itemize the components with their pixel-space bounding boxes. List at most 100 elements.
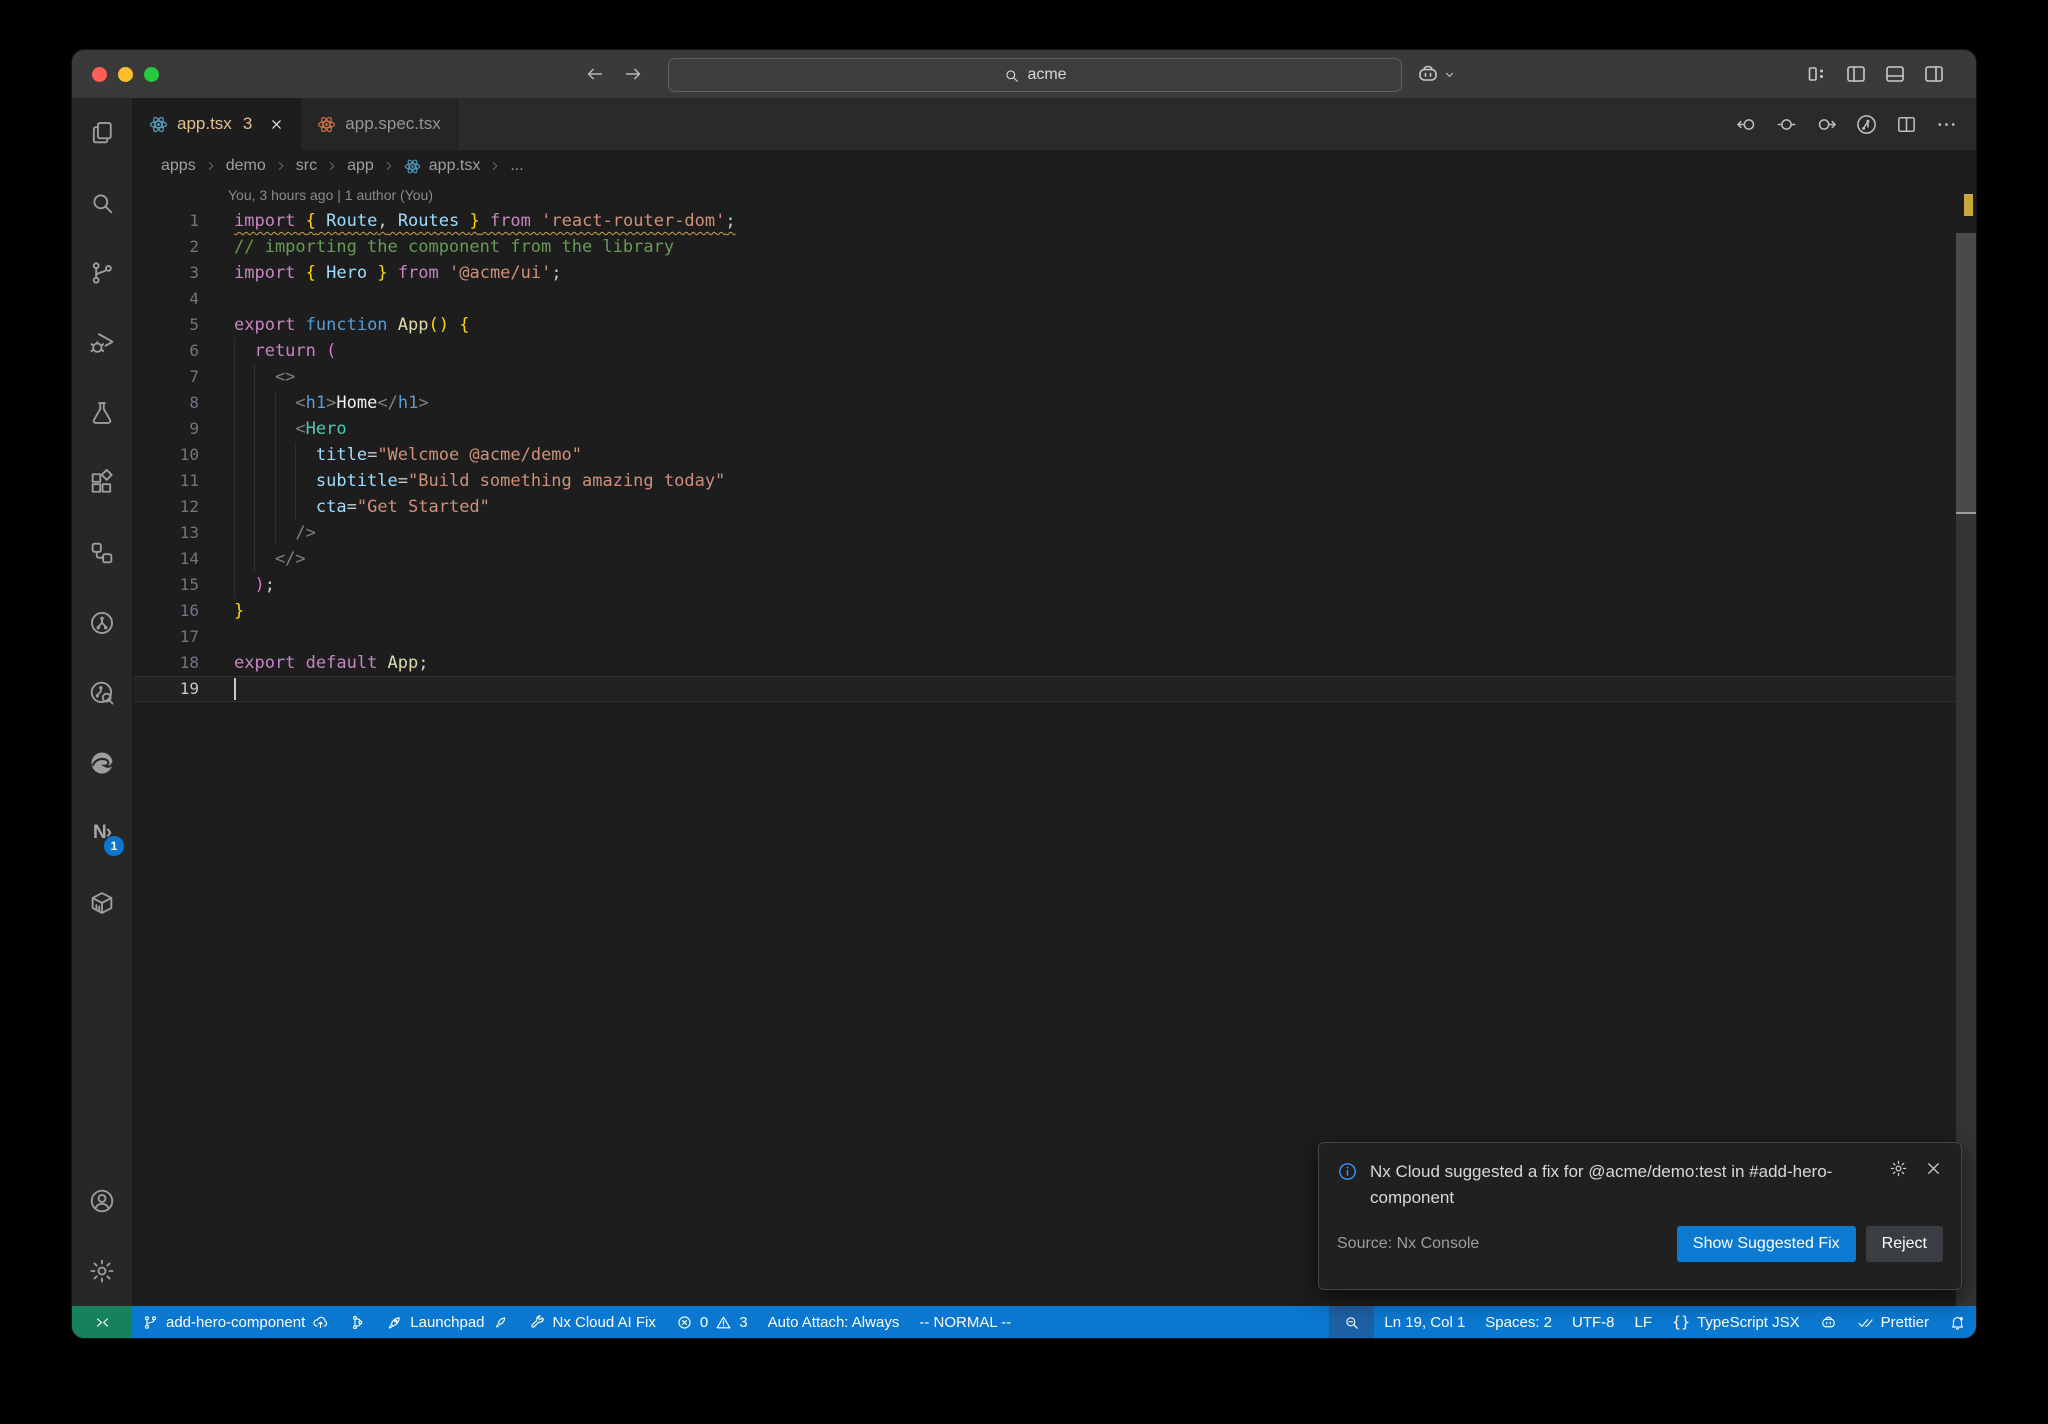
activity-item-project-structure[interactable] [72, 518, 132, 588]
activity-item-source-graph[interactable] [72, 588, 132, 658]
breadcrumb-more[interactable]: ... [510, 157, 523, 175]
code-line[interactable]: 2 // importing the component from the lib… [133, 234, 1976, 260]
tab-app.tsx[interactable]: app.tsx 3 [133, 98, 302, 150]
more-ellipsis-icon[interactable] [1935, 113, 1958, 136]
line-number: 7 [189, 367, 199, 386]
code-line[interactable]: 6 return ( [133, 338, 1976, 364]
copilot-icon[interactable] [1416, 62, 1440, 86]
status-item-cursor-position[interactable]: Ln 19, Col 1 [1374, 1306, 1475, 1338]
code-content: <h1>Home</h1> [234, 390, 429, 416]
show-suggested-fix-button[interactable]: Show Suggested Fix [1676, 1225, 1856, 1262]
activity-item-search[interactable] [72, 168, 132, 238]
status-item-launchpad[interactable]: Launchpad [376, 1306, 518, 1338]
breadcrumb-file[interactable]: app.tsx [429, 157, 481, 175]
code-content: title="Welcmoe @acme/demo" [234, 442, 582, 468]
status-item-zoom-indicator[interactable] [1329, 1306, 1375, 1338]
remote-icon [94, 1314, 111, 1331]
breadcrumb-item-app[interactable]: app [347, 157, 374, 175]
activity-item-graph-search[interactable] [72, 658, 132, 728]
code-line[interactable]: 17 [133, 624, 1976, 650]
line-number: 8 [189, 393, 199, 412]
status-item-auto-attach[interactable]: Auto Attach: Always [758, 1306, 910, 1338]
indent-guide [254, 520, 256, 546]
traffic-light-zoom[interactable] [144, 66, 159, 82]
notification-settings-gear-icon[interactable] [1889, 1159, 1908, 1178]
status-item-encoding[interactable]: UTF-8 [1562, 1306, 1625, 1338]
code-line[interactable]: 15 ); [133, 572, 1976, 598]
status-item-nx-cloud-ai-fix[interactable]: Nx Cloud AI Fix [519, 1306, 666, 1338]
status-item-vim-mode[interactable]: -- NORMAL -- [909, 1306, 1021, 1338]
traffic-light-close[interactable] [92, 66, 107, 82]
code-content: export default App; [234, 653, 429, 673]
status-label: Auto Attach: Always [767, 1313, 900, 1331]
git-blame-lens[interactable]: You, 3 hours ago | 1 author (You) [133, 182, 1976, 208]
activity-item-edge-browser[interactable] [72, 728, 132, 798]
status-item-notifications-bell[interactable] [1939, 1306, 1976, 1338]
indent-guide [254, 390, 256, 416]
tab-app.spec.tsx[interactable]: app.spec.tsx [301, 98, 458, 150]
status-item-indentation[interactable]: Spaces: 2 [1475, 1306, 1562, 1338]
code-line[interactable]: 4 [133, 286, 1976, 312]
code-line[interactable]: 14 </> [133, 546, 1976, 572]
command-center-search[interactable]: acme [668, 58, 1402, 92]
code-editor[interactable]: You, 3 hours ago | 1 author (You) 1 impor… [133, 182, 1976, 1306]
code-line[interactable]: 8 <h1>Home</h1> [133, 390, 1976, 416]
react-icon [404, 158, 421, 175]
code-line[interactable]: 19 [133, 676, 1976, 702]
status-item-language-mode[interactable]: {} TypeScript JSX [1662, 1306, 1810, 1338]
chevron-down-icon[interactable] [1442, 67, 1457, 82]
code-line[interactable]: 3 import { Hero } from '@acme/ui'; [133, 260, 1976, 286]
code-line[interactable]: 10 title="Welcmoe @acme/demo" [133, 442, 1976, 468]
code-line[interactable]: 16} [133, 598, 1976, 624]
code-line[interactable]: 11 subtitle="Build something amazing tod… [133, 468, 1976, 494]
nav-forward-circle-icon[interactable] [1815, 113, 1838, 136]
activity-item-extensions[interactable] [72, 448, 132, 518]
activity-item-settings[interactable] [72, 1236, 132, 1306]
nav-forward-button[interactable] [622, 63, 644, 85]
split-editor-icon[interactable] [1895, 113, 1918, 136]
breadcrumb-item-apps[interactable]: apps [161, 157, 196, 175]
tab-close-icon[interactable] [269, 117, 284, 132]
code-line[interactable]: 12 cta="Get Started" [133, 494, 1976, 520]
indent-guide [295, 494, 297, 520]
code-line[interactable]: 13 /> [133, 520, 1976, 546]
nav-back-button[interactable] [584, 63, 606, 85]
traffic-light-minimize[interactable] [118, 66, 133, 82]
code-line[interactable]: 1 import { Route, Routes } from 'react-ro… [133, 208, 1976, 234]
status-item-formatter[interactable]: Prettier [1847, 1306, 1939, 1338]
panel-left-icon[interactable] [1844, 62, 1868, 86]
copilot-icon [1820, 1314, 1837, 1331]
scrollbar-thumb[interactable] [1956, 233, 1976, 512]
breadcrumb-item-src[interactable]: src [296, 157, 317, 175]
status-label: LF [1634, 1313, 1653, 1331]
activity-item-explorer[interactable] [72, 98, 132, 168]
notification-source: Source: Nx Console [1337, 1234, 1480, 1252]
code-line[interactable]: 7 <> [133, 364, 1976, 390]
run-circle-icon[interactable] [1855, 113, 1878, 136]
code-line[interactable]: 9 <Hero [133, 416, 1976, 442]
panel-bottom-icon[interactable] [1883, 62, 1907, 86]
code-line[interactable]: 18 export default App; [133, 650, 1976, 676]
nav-dot-circle-icon[interactable] [1775, 113, 1798, 136]
status-item-copilot-status[interactable] [1810, 1306, 1847, 1338]
activity-item-testing[interactable] [72, 378, 132, 448]
activity-item-source-control[interactable] [72, 238, 132, 308]
wrench-icon [529, 1314, 546, 1331]
status-item-problems[interactable]: 03 [666, 1306, 758, 1338]
breadcrumb-item-demo[interactable]: demo [226, 157, 266, 175]
nav-back-circle-icon[interactable] [1735, 113, 1758, 136]
status-item-branch[interactable]: add-hero-component [132, 1306, 339, 1338]
activity-item-containers[interactable] [72, 868, 132, 938]
layout-customize-icon[interactable] [1805, 62, 1829, 86]
status-item-commit-graph[interactable] [339, 1306, 376, 1338]
activity-item-accounts[interactable] [72, 1166, 132, 1236]
check-double-icon [1857, 1314, 1874, 1331]
panel-right-icon[interactable] [1922, 62, 1946, 86]
notification-close-icon[interactable] [1924, 1159, 1943, 1178]
reject-button[interactable]: Reject [1865, 1225, 1943, 1262]
status-item-remote-indicator[interactable] [72, 1306, 132, 1338]
activity-item-nx-console[interactable]: N› 1 [72, 798, 132, 868]
status-item-eol[interactable]: LF [1625, 1306, 1663, 1338]
activity-item-run-and-debug[interactable] [72, 308, 132, 378]
code-line[interactable]: 5 export function App() { [133, 312, 1976, 338]
